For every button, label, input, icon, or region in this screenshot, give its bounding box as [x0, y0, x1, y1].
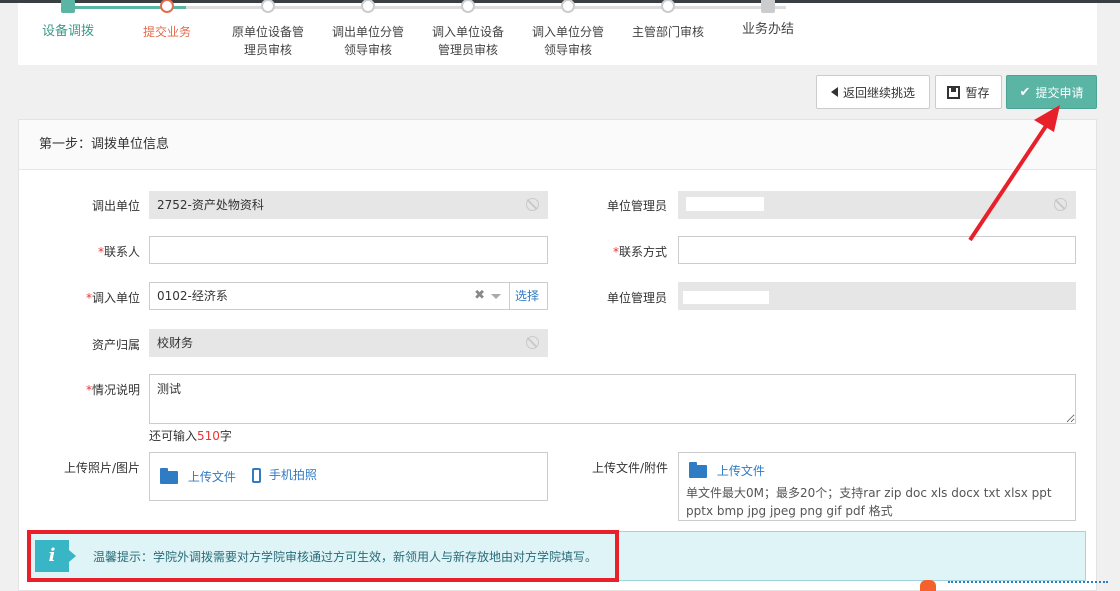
contact-input[interactable] — [149, 236, 548, 264]
save-icon — [947, 85, 961, 99]
steps-line — [186, 6, 786, 9]
file-label: 上传文件/附件 — [591, 461, 668, 475]
in-manager-label: 单位管理员 — [606, 291, 667, 305]
submit-button[interactable]: ✔ 提交申请 — [1006, 75, 1097, 109]
annotation-highlight-box — [27, 530, 619, 582]
step-node-1 — [61, 0, 75, 13]
contact-label: *联系人 — [97, 245, 140, 259]
photo-label: 上传照片/图片 — [63, 461, 140, 475]
check-icon: ✔ — [1019, 84, 1031, 100]
submit-button-label: 提交申请 — [1035, 85, 1084, 100]
asset-owner-value: 校财务 — [157, 336, 194, 350]
step-node-3 — [261, 0, 275, 13]
photo-upload-button[interactable]: 上传文件 — [160, 468, 236, 485]
step-label-1: 设备调拨 — [41, 24, 94, 39]
desc-textarea[interactable]: 测试 — [149, 374, 1076, 424]
out-unit-field: 2752-资产处物资科 — [149, 191, 548, 219]
asset-owner-label: 资产归属 — [91, 338, 140, 352]
step-label-7: 主管部门审核 — [631, 25, 704, 39]
folder-icon — [160, 468, 178, 484]
disabled-icon — [526, 198, 539, 211]
clear-icon[interactable]: ✖ — [474, 283, 485, 309]
out-manager-label: 单位管理员 — [606, 199, 667, 213]
step-node-8 — [761, 0, 775, 13]
file-upload-box: 上传文件 单文件最大0M；最多20个；支持rar zip doc xls doc… — [678, 452, 1076, 521]
back-button[interactable]: 返回继续挑选 — [816, 75, 930, 109]
contact-phone-label: *联系方式 — [612, 245, 667, 259]
asset-owner-field: 校财务 — [149, 329, 548, 357]
disabled-icon — [1054, 198, 1067, 211]
folder-icon — [689, 462, 707, 478]
steps-progress: 设备调拨 提交业务 原单位设备管 理员审核 调出单位分管 领导审核 调入单位设备… — [18, 0, 1097, 65]
step-label-6: 调入单位分管 领导审核 — [531, 25, 604, 57]
disabled-icon — [526, 336, 539, 349]
contact-phone-input[interactable] — [678, 236, 1076, 264]
ime-icon — [920, 580, 936, 591]
phone-icon — [252, 468, 261, 483]
step-label-3: 原单位设备管 理员审核 — [231, 25, 304, 57]
step-node-5 — [461, 0, 475, 13]
file-upload-hint: 单文件最大0M；最多20个；支持rar zip doc xls docx txt… — [686, 486, 1052, 518]
step-label-5: 调入单位设备 管理员审核 — [431, 25, 504, 57]
step-node-2 — [160, 0, 174, 13]
in-unit-select[interactable]: 0102-经济系 ✖ — [149, 282, 510, 310]
system-tray — [918, 578, 1120, 591]
remain-counter: 还可输入510字 — [149, 429, 232, 443]
desc-label: *情况说明 — [85, 383, 140, 397]
step-node-6 — [561, 0, 575, 13]
out-unit-label: 调出单位 — [91, 199, 140, 213]
redacted-mask — [683, 291, 769, 304]
arrow-left-icon — [830, 87, 838, 97]
save-button[interactable]: 暂存 — [935, 75, 1002, 109]
tray-icons — [948, 581, 1108, 591]
step-label-4: 调出单位分管 领导审核 — [331, 25, 404, 57]
step-label-2: 提交业务 — [142, 25, 191, 39]
in-unit-value: 0102-经济系 — [157, 289, 228, 303]
save-button-label: 暂存 — [965, 85, 990, 100]
photo-upload-box: 上传文件 手机拍照 — [149, 452, 548, 501]
out-unit-value: 2752-资产处物资科 — [157, 198, 264, 212]
phone-photo-button[interactable]: 手机拍照 — [252, 466, 317, 483]
file-upload-button[interactable]: 上传文件 — [689, 462, 765, 479]
in-unit-select-button[interactable]: 选择 — [509, 282, 548, 310]
back-button-label: 返回继续挑选 — [842, 85, 915, 100]
step-label-8: 业务办结 — [741, 22, 794, 37]
panel-title: 第一步：调拨单位信息 — [19, 120, 1096, 170]
step-node-7 — [661, 0, 675, 13]
step-node-4 — [361, 0, 375, 13]
chevron-down-icon[interactable] — [491, 294, 501, 299]
in-unit-label: *调入单位 — [85, 291, 140, 305]
redacted-mask — [686, 197, 764, 211]
